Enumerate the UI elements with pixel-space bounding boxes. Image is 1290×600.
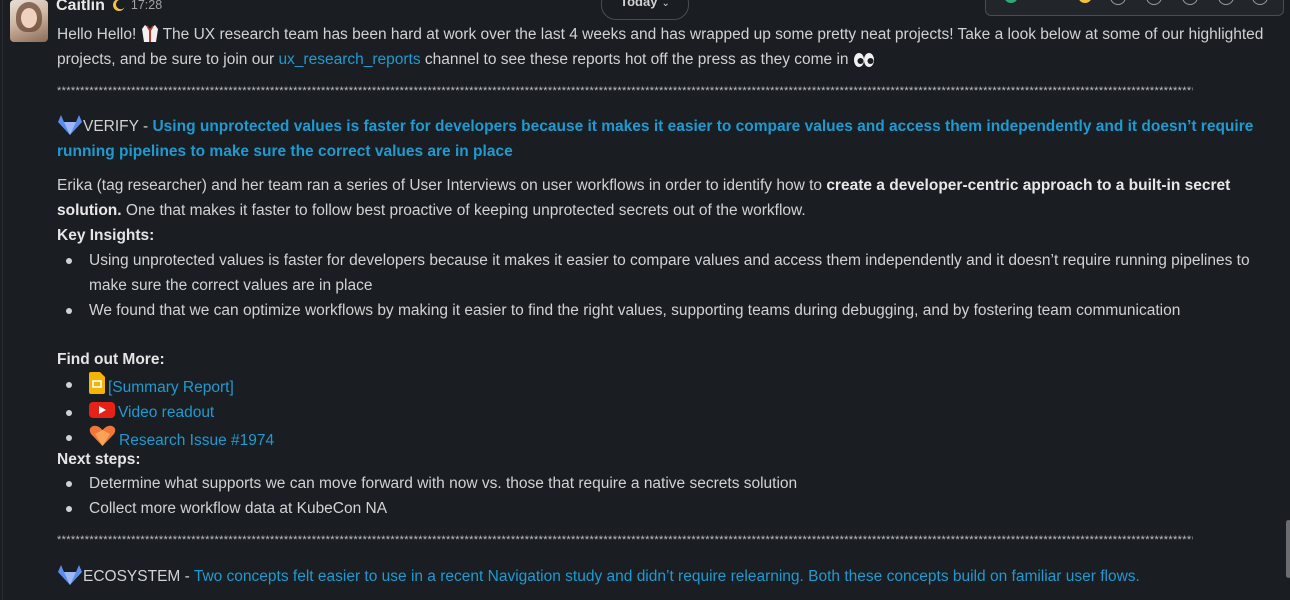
more-actions-icon[interactable] [1252,0,1268,5]
message-actions-toolbar [985,0,1284,16]
verify-description: Erika (tag researcher) and her team ran … [57,173,1272,223]
date-divider-button[interactable]: Today ⌄ [601,0,689,20]
verify-body-text-end: One that makes it faster to follow best … [121,202,806,219]
scrollbar-thumb[interactable] [1286,520,1290,578]
heart-icon [89,425,116,446]
next-steps-list: Determine what supports we can move forw… [57,471,1257,521]
next-steps-heading: Next steps: [57,451,141,468]
gitlab-logo-icon [58,565,82,585]
resources-list: [Summary Report] Video readout Research … [57,372,1257,453]
lab-coat-icon [141,25,158,42]
channel-link[interactable]: ux_research_reports [278,51,420,68]
list-item: Collect more workflow data at KubeCon NA [57,496,1257,521]
list-item: Video readout [57,400,1257,425]
ecosystem-label: ECOSYSTEM - [83,568,194,585]
find-out-more-heading: Find out More: [57,351,165,368]
insights-list: Using unprotected values is faster for d… [57,248,1257,323]
reaction-check-icon[interactable] [1004,0,1018,3]
message-intro: Hello Hello! The UX research team has be… [57,22,1282,72]
list-item: Research Issue #1974 [57,425,1257,453]
verify-body-text: Erika (tag researcher) and her team ran … [57,177,827,194]
moon-status-icon [112,0,125,11]
list-item: Determine what supports we can move forw… [57,471,1257,496]
list-item: Using unprotected values is faster for d… [57,248,1257,298]
youtube-icon [89,402,115,418]
verify-title-link[interactable]: Using unprotected values is faster for d… [57,118,1253,160]
intro-text: Hello Hello! [57,26,141,43]
date-divider-label: Today [620,0,658,9]
ecosystem-title-link[interactable]: Two concepts felt easier to use in a rec… [194,568,1140,585]
message-timestamp[interactable]: 17:28 [131,0,162,18]
key-insights-heading: Key Insights: [57,227,155,244]
avatar[interactable] [10,0,48,42]
verify-section-title: VERIFY - Using unprotected values is fas… [57,114,1282,164]
verify-label: VERIFY - [83,118,153,135]
divider-line: ****************************************… [57,85,1193,97]
eyes-icon [853,53,874,67]
gitlab-logo-icon [58,115,82,135]
video-readout-link[interactable]: Video readout [118,404,214,421]
google-slides-icon [89,372,105,394]
list-item: We found that we can optimize workflows … [57,298,1257,323]
message-header: Caitlin 17:28 [56,0,162,17]
list-item: [Summary Report] [57,372,1257,400]
reaction-emoji-icon[interactable] [1078,0,1092,3]
intro-text-end: channel to see these reports hot off the… [420,51,853,68]
author-name[interactable]: Caitlin [56,0,105,18]
summary-report-link[interactable]: [Summary Report] [108,379,234,396]
bookmark-icon[interactable] [1218,0,1234,5]
ecosystem-section-title: ECOSYSTEM - Two concepts felt easier to … [57,564,1282,589]
research-issue-link[interactable]: Research Issue #1974 [119,432,274,449]
chevron-down-icon: ⌄ [661,0,670,9]
add-reaction-icon[interactable] [1110,0,1126,5]
share-icon[interactable] [1182,0,1198,5]
reply-thread-icon[interactable] [1146,0,1162,5]
message-pane: Caitlin 17:28 Today ⌄ Hello Hello! The UX… [2,0,1290,600]
divider-line: ****************************************… [57,534,1193,546]
